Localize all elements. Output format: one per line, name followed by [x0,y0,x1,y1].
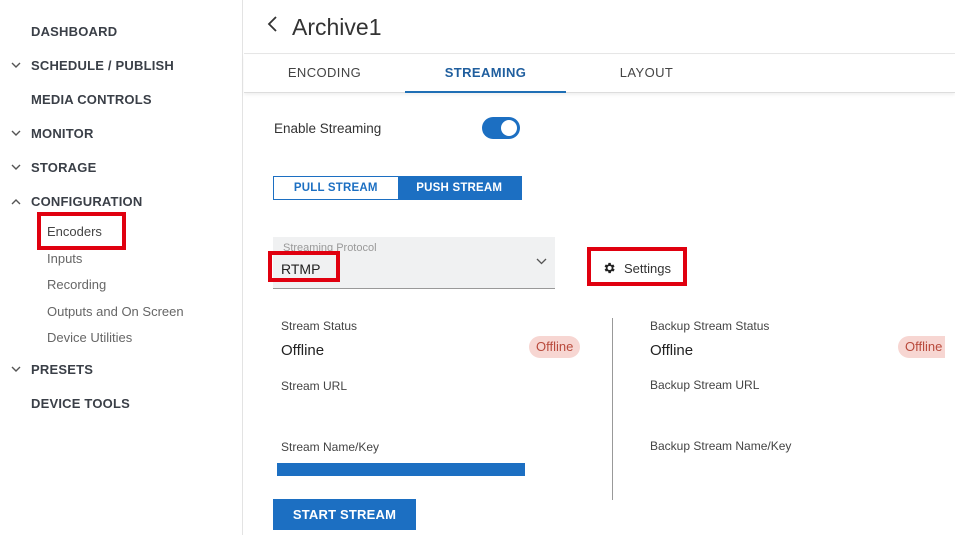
chevron-up-icon [8,198,24,205]
gear-icon [604,262,615,274]
sidebar: DASHBOARD SCHEDULE / PUBLISH MEDIA CONTR… [0,0,243,535]
nav-schedule-publish[interactable]: SCHEDULE / PUBLISH [8,55,174,75]
nav-dashboard[interactable]: DASHBOARD [8,21,117,41]
status-badge: Offline [529,336,581,358]
sidebar-item-recording[interactable]: Recording [47,276,106,294]
streaming-protocol-select[interactable]: Streaming Protocol RTMP [273,237,555,289]
chevron-down-icon [8,130,24,137]
nav-monitor[interactable]: MONITOR [8,123,94,143]
nav-device-tools-label: DEVICE TOOLS [31,395,130,411]
tab-encoding[interactable]: ENCODING [244,55,405,93]
sidebar-item-outputs-on-screen[interactable]: Outputs and On Screen [47,303,184,321]
nav-presets-label: PRESETS [31,361,94,377]
push-stream-button[interactable]: PUSH STREAM [397,177,521,199]
nav-storage[interactable]: STORAGE [8,157,96,177]
stream-url-label: Stream URL [281,379,348,393]
tab-bar: ENCODING STREAMING LAYOUT [244,55,955,93]
enable-streaming-toggle[interactable] [482,117,520,139]
chevron-down-icon [8,62,24,69]
backup-status-badge: Offline [898,336,946,358]
stream-status-value: Offline [281,342,325,359]
settings-button[interactable]: Settings [602,257,671,279]
nav-storage-label: STORAGE [31,159,97,175]
stream-key-field[interactable] [277,463,525,476]
backup-stream-status-value: Offline [650,342,694,359]
nav-device-tools[interactable]: DEVICE TOOLS [8,393,130,413]
sidebar-item-encoders[interactable]: Encoders [47,223,102,241]
stream-status-label: Stream Status [281,319,358,333]
nav-media-controls[interactable]: MEDIA CONTROLS [8,89,152,109]
start-stream-button[interactable]: START STREAM [273,499,416,530]
chevron-down-icon [536,254,547,268]
nav-presets[interactable]: PRESETS [8,359,93,379]
sidebar-item-inputs[interactable]: Inputs [47,250,82,268]
tab-layout[interactable]: LAYOUT [566,55,727,93]
main-panel: Archive1 ENCODING STREAMING LAYOUT Enabl… [244,0,955,535]
backup-stream-status-label: Backup Stream Status [650,319,770,333]
enable-streaming-label: Enable Streaming [274,121,382,136]
pull-stream-button[interactable]: PULL STREAM [274,177,398,199]
backup-stream-key-label: Backup Stream Name/Key [650,439,792,453]
nav-monitor-label: MONITOR [31,125,94,141]
page-header: Archive1 [244,0,955,54]
stream-mode-switch: PULL STREAM PUSH STREAM [273,176,522,200]
back-chevron-icon[interactable] [266,14,280,40]
nav-dashboard-label: DASHBOARD [31,23,118,39]
chevron-down-icon [8,366,24,373]
tab-streaming[interactable]: STREAMING [405,55,566,93]
toggle-knob [501,120,517,136]
stream-key-label: Stream Name/Key [281,440,380,454]
chevron-down-icon [8,164,24,171]
streaming-protocol-label: Streaming Protocol [283,242,377,254]
column-divider [612,318,613,500]
sidebar-item-device-utilities[interactable]: Device Utilities [47,329,132,347]
settings-label: Settings [624,260,671,276]
backup-stream-url-label: Backup Stream URL [650,378,760,392]
nav-configuration[interactable]: CONFIGURATION [8,191,142,211]
nav-schedule-publish-label: SCHEDULE / PUBLISH [31,57,175,73]
nav-configuration-label: CONFIGURATION [31,193,143,209]
streaming-protocol-value: RTMP [281,261,321,277]
nav-media-controls-label: MEDIA CONTROLS [31,91,152,107]
page-title: Archive1 [292,14,382,40]
